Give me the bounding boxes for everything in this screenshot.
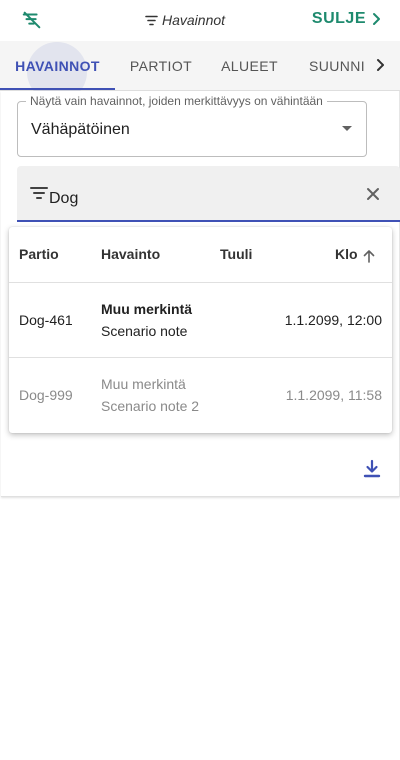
tab-suunni[interactable]: SUUNNI <box>292 41 378 90</box>
cell-klo: 1.1.2099, 12:00 <box>284 312 382 328</box>
cell-klo: 1.1.2099, 11:58 <box>285 387 382 403</box>
column-header-tuuli[interactable]: Tuuli <box>220 246 252 262</box>
close-button-label: SULJE <box>311 10 366 27</box>
page-title: Havainnot <box>145 12 225 28</box>
close-button[interactable]: SULJE <box>312 10 384 28</box>
cell-havainto-note: Scenario note <box>101 323 188 339</box>
tab-partiot[interactable]: PARTIOT <box>115 41 207 90</box>
arrow-up-icon[interactable] <box>362 249 376 263</box>
table-divider <box>9 282 392 283</box>
table-divider <box>9 357 392 358</box>
cell-havainto-type: Muu merkintä <box>101 301 193 317</box>
tab-bar: HAVAINNOT PARTIOT ALUEET SUUNNI <box>0 41 400 102</box>
column-header-klo[interactable]: Klo <box>335 246 358 262</box>
cell-havainto-type: Muu merkintä <box>101 376 186 392</box>
caret-down-icon <box>342 126 352 131</box>
filter-icon <box>145 15 158 25</box>
significance-select-label: Näytä vain havainnot, joiden merkittävyy… <box>26 94 327 108</box>
chevron-right-icon <box>373 13 380 25</box>
close-icon[interactable] <box>364 185 382 203</box>
significance-select-value: Vähäpätöinen <box>31 121 130 138</box>
column-header-havainto[interactable]: Havainto <box>101 246 160 262</box>
cell-partio: Dog-999 <box>19 387 73 403</box>
cell-havainto-note: Scenario note 2 <box>101 398 200 414</box>
download-icon[interactable] <box>362 459 382 479</box>
column-header-partio[interactable]: Partio <box>19 246 59 262</box>
cell-partio: Dog-461 <box>19 312 73 328</box>
top-bar: Havainnot SULJE <box>0 0 400 40</box>
tab-scroll-right-icon[interactable] <box>370 55 390 75</box>
tab-havainnot[interactable]: HAVAINNOT <box>0 41 115 90</box>
page-title-text: Havainnot <box>162 12 226 28</box>
filter-off-icon[interactable] <box>21 9 43 31</box>
tab-alueet[interactable]: ALUEET <box>207 41 292 90</box>
search-input[interactable] <box>49 190 349 208</box>
filter-icon <box>30 187 48 199</box>
